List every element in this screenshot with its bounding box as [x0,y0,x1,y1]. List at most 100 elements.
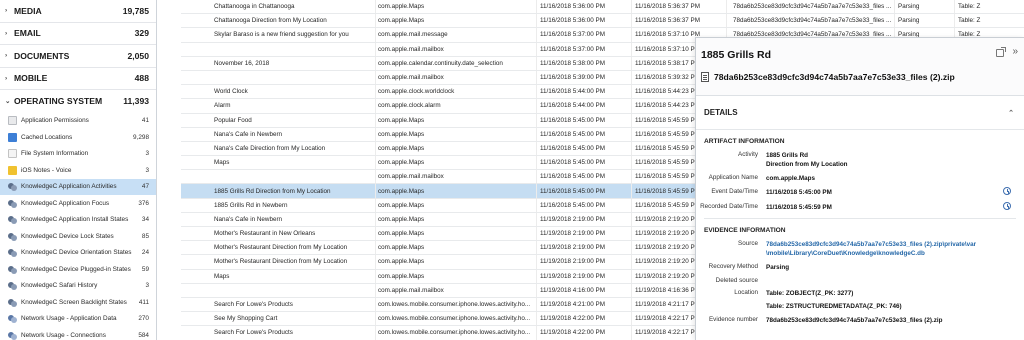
detail-panel: 1885 Grills Rd » 78da6b253ce83d9cfc3d94c… [695,37,1024,340]
table-cell: Table: Z [955,14,1024,27]
file-icon [701,72,709,82]
clock-icon[interactable] [1003,201,1011,210]
network-icon [8,314,17,324]
table-cell: 1885 Grills Rd in Newbern [181,198,376,212]
table-cell: 11/16/2018 5:45:00 PM [537,113,632,127]
table-cell: com.apple.mail.mailbox [376,70,537,85]
table-cell: Mother's Restaurant Direction from My Lo… [181,255,376,269]
sidebar-item-ios-notes-voice[interactable]: iOS Notes - Voice 3 [0,162,156,179]
table-cell: 11/16/2018 5:45:00 PM [537,141,632,156]
sidebar-item-knowledgec-device-plugged-in-states[interactable]: KnowledgeC Device Plugged-in States 59 [0,261,156,278]
panel-title: 1885 Grills Rd [701,49,772,61]
category-operating-system[interactable]: ⌄ OPERATING SYSTEM 11,393 [0,90,156,113]
network-icon [8,331,17,340]
source-link[interactable]: 78da6b253ce83d9cfc3d94c74a5b7aa7e7c53e33… [766,240,976,258]
details-section-header[interactable]: DETAILS ⌃ [696,96,1024,130]
table-cell [181,170,376,184]
table-cell: com.apple.clock.worldclock [376,85,537,99]
table-cell: Parsing [895,0,955,14]
sidebar-item-cached-locations[interactable]: Cached Locations 9,298 [0,129,156,146]
table-cell: Maps [181,156,376,170]
sidebar-item-knowledgec-application-activities[interactable]: KnowledgeC Application Activities 47 [0,178,156,195]
table-cell: 11/16/2018 5:45:00 PM [537,184,632,198]
table-cell: 11/19/2018 2:19:00 PM [537,241,632,255]
table-cell: 11/16/2018 5:44:00 PM [537,99,632,113]
table-cell: Parsing [895,14,955,28]
table-cell: November 16, 2018 [181,56,376,70]
table-cell: com.apple.mail.mailbox [376,170,537,184]
table-cell: Skylar Baraso is a new friend suggestion… [181,28,376,42]
field-event-datetime: Event Date/Time 11/16/2018 5:45:00 PM [696,187,1024,197]
table-cell [181,70,376,85]
table-cell: com.lowes.mobile.consumer.iphone.lowes.a… [376,312,537,326]
table-cell: 11/16/2018 5:36:37 PM [632,14,727,28]
category-mobile[interactable]: › MOBILE 488 [0,68,156,90]
file-icon [8,149,17,159]
chevron-up-icon[interactable]: ⌃ [1008,109,1014,117]
table-cell: 11/16/2018 5:37:00 PM [537,28,632,42]
table-row[interactable]: Chattanooga Direction from My Location co… [181,14,1024,29]
field-activity: Activity 1885 Grills Rd Direction from My… [738,151,848,169]
sidebar-item-file-system-information[interactable]: File System Information 3 [0,146,156,163]
table-cell: Search For Lowe's Products [181,326,376,340]
table-cell: 11/16/2018 5:36:00 PM [537,14,632,28]
table-cell: Maps [181,269,376,283]
location-icon [8,132,17,142]
table-cell: com.apple.mail.message [376,28,537,42]
table-cell: 11/19/2018 4:22:00 PM [537,312,632,326]
pop-out-icon[interactable] [996,47,1006,57]
table-row[interactable]: Chattanooga in Chattanooga com.apple.Maps… [181,0,1024,15]
table-cell: com.apple.Maps [376,184,537,198]
sidebar-item-network-usage-connections[interactable]: Network Usage - Connections 584 [0,327,156,340]
sidebar-item-knowledgec-device-lock-states[interactable]: KnowledgeC Device Lock States 85 [0,228,156,245]
table-cell: com.lowes.mobile.consumer.iphone.lowes.a… [376,297,537,312]
category-email[interactable]: › EMAIL 329 [0,23,156,45]
sidebar-item-knowledgec-safari-history[interactable]: KnowledgeC Safari History 3 [0,278,156,295]
table-cell: 11/16/2018 5:38:00 PM [537,56,632,70]
field-deleted-source: Deleted source [715,277,758,284]
table-cell: 78da6b253ce83d9cfc3d94c74a5b7aa7e7c53e33… [727,14,895,28]
field-recorded-datetime: Recorded Date/Time 11/16/2018 5:45:59 PM [696,201,1024,212]
sidebar-item-network-usage-application-data[interactable]: Network Usage - Application Data 270 [0,311,156,328]
table-cell: com.apple.Maps [376,198,537,212]
table-cell: com.apple.Maps [376,269,537,283]
table-cell: 11/16/2018 5:36:37 PM [632,0,727,14]
evidence-information-title: EVIDENCE INFORMATION [704,226,786,234]
table-cell: Alarm [181,99,376,113]
table-cell: 11/19/2018 4:21:00 PM [537,297,632,312]
clock-icon[interactable] [1003,187,1011,196]
category-documents[interactable]: › DOCUMENTS 2,050 [0,45,156,68]
table-cell: Search For Lowe's Products [181,297,376,312]
sidebar-item-knowledgec-screen-backlight-states[interactable]: KnowledgeC Screen Backlight States 411 [0,294,156,311]
chevron-right-icon: › [5,7,8,15]
knowledgec-icon [8,199,17,208]
collapse-panel-icon[interactable]: » [1012,46,1018,57]
table-cell: com.apple.Maps [376,113,537,127]
table-cell: Chattanooga Direction from My Location [181,14,376,28]
field-recovery-method: Recovery Method Parsing [708,262,790,271]
table-cell [181,283,376,297]
table-cell: Table: Z [955,0,1024,13]
chevron-right-icon: › [5,52,8,60]
table-cell: 11/16/2018 5:37:00 PM [537,42,632,56]
table-cell: Chattanooga in Chattanooga [181,0,376,14]
table-cell: 11/19/2018 4:22:00 PM [537,326,632,340]
table-cell: Mother's Restaurant in New Orleans [181,227,376,241]
divider [704,217,1016,219]
chevron-down-icon: ⌄ [5,98,11,106]
knowledgec-icon [8,265,17,274]
table-cell: com.apple.Maps [376,212,537,226]
sidebar-item-application-permissions[interactable]: Application Permissions 41 [0,113,156,130]
table-cell: com.apple.clock.alarm [376,99,537,113]
sidebar-item-knowledgec-device-orientation-states[interactable]: KnowledgeC Device Orientation States 24 [0,245,156,262]
table-cell: com.lowes.mobile.consumer.iphone.lowes.a… [376,326,537,340]
sidebar-item-knowledgec-application-install-states[interactable]: KnowledgeC Application Install States 34 [0,212,156,229]
table-cell: 11/19/2018 4:16:00 PM [537,283,632,297]
field-application-name: Application Name com.apple.Maps [708,174,815,183]
table-cell [181,42,376,56]
sidebar-item-knowledgec-application-focus[interactable]: KnowledgeC Application Focus 376 [0,195,156,212]
category-media[interactable]: › MEDIA 19,785 [0,0,156,23]
table-cell: 78da6b253ce83d9cfc3d94c74a5b7aa7e7c53e33… [727,0,895,14]
activity-line2: Direction from My Location [766,161,848,169]
table-cell: See My Shopping Cart [181,312,376,326]
